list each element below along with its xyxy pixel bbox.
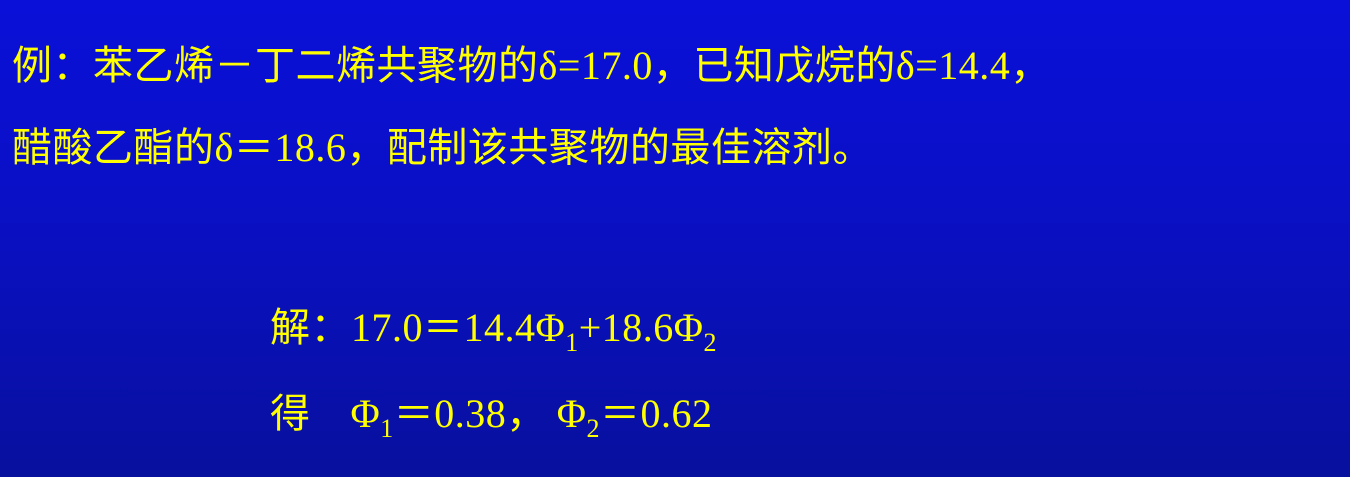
result-value-1: ＝0.38， bbox=[393, 391, 547, 436]
solution-result: 得 Φ1＝0.38， Φ2＝0.62 bbox=[270, 390, 713, 442]
phi-subscript-1: 1 bbox=[565, 328, 579, 357]
equation-part-1: 17.0＝14.4Φ bbox=[351, 305, 566, 350]
solve-label: 解： bbox=[270, 305, 351, 350]
phi-subscript-2: 2 bbox=[703, 328, 718, 357]
problem-text-line-1: 例：苯乙烯－丁二烯共聚物的δ=17.0，已知戊烷的δ=14.4， bbox=[12, 43, 1051, 88]
result-subscript-1: 1 bbox=[380, 414, 394, 443]
result-label: 得 bbox=[270, 391, 311, 436]
equation-part-2: +18.6Φ bbox=[578, 305, 704, 350]
solution-equation: 解：17.0＝14.4Φ1+18.6Φ2 bbox=[270, 304, 717, 356]
result-phi-2: Φ bbox=[556, 391, 587, 436]
result-subscript-2: 2 bbox=[586, 414, 600, 443]
result-phi-1: Φ bbox=[350, 391, 381, 436]
problem-text-line-2: 醋酸乙酯的δ＝18.6，配制该共聚物的最佳溶剂。 bbox=[12, 125, 873, 170]
result-value-2: ＝0.62 bbox=[600, 391, 713, 436]
